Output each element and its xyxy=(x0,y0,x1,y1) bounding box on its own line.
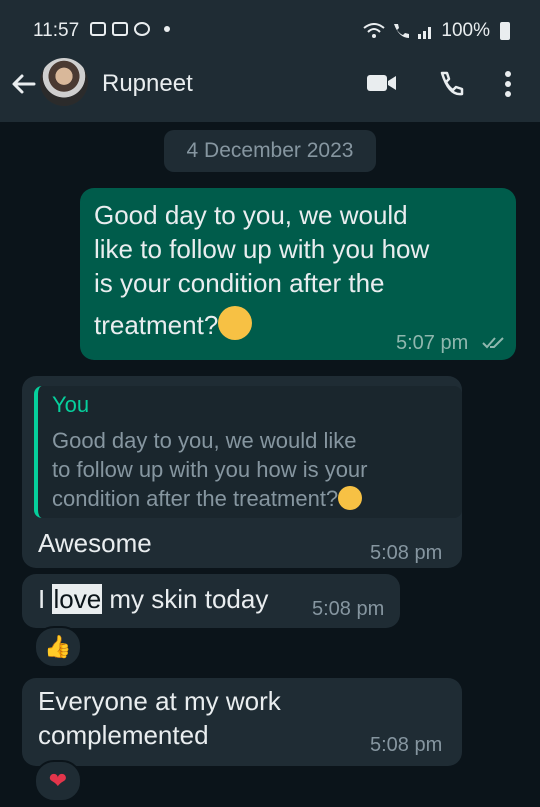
selected-word: love xyxy=(52,584,103,614)
back-arrow-icon[interactable] xyxy=(10,70,38,98)
chat-header: Rupneet xyxy=(0,58,540,122)
thumbs-up-reaction[interactable]: 👍 xyxy=(34,626,82,668)
smiling-face-with-hearts-icon xyxy=(338,486,363,510)
date-separator: 4 December 2023 xyxy=(164,130,376,172)
status-time: 11:57 xyxy=(33,20,80,41)
quoted-text: Good day to you, we would like to follow… xyxy=(52,428,368,511)
incoming-message[interactable]: Everyone at my work complemented 5:08 pm xyxy=(22,678,462,766)
quoted-author: You xyxy=(52,392,90,417)
message-time: 5:08 pm xyxy=(370,734,443,756)
gallery-icon xyxy=(90,22,106,36)
chat-area[interactable]: 4 December 2023 Good day to you, we woul… xyxy=(0,122,540,807)
read-ticks-icon xyxy=(482,337,504,349)
battery-percent: 100% xyxy=(441,20,490,41)
voicemail-icon xyxy=(112,22,128,36)
smiling-face-with-hearts-icon xyxy=(218,306,253,340)
outgoing-message[interactable]: Good day to you, we would like to follow… xyxy=(80,188,516,360)
video-call-icon[interactable] xyxy=(366,72,398,94)
status-right: 100% xyxy=(363,20,510,42)
wifi-icon xyxy=(363,23,386,38)
heart-reaction[interactable]: ❤ xyxy=(34,760,82,802)
voice-call-icon[interactable] xyxy=(436,70,464,98)
message-time: 5:08 pm xyxy=(312,598,385,620)
message-text: I love my skin today xyxy=(38,584,269,614)
message-text: Everyone at my work complemented xyxy=(38,686,281,750)
status-bar: 11:57 100% xyxy=(0,0,540,58)
battery-icon xyxy=(500,22,510,40)
facebook-icon xyxy=(134,22,150,36)
message-time: 5:07 pm xyxy=(396,332,469,354)
contact-name[interactable]: Rupneet xyxy=(102,70,193,98)
message-text: Good day to you, we would like to follow… xyxy=(94,200,430,340)
status-notification-icons xyxy=(90,22,170,36)
message-text: Awesome xyxy=(38,528,152,558)
quoted-message[interactable]: You Good day to you, we would like to fo… xyxy=(34,386,462,518)
more-notifications-dot xyxy=(164,26,170,32)
signal-bars-icon xyxy=(418,27,432,39)
incoming-message[interactable]: I love my skin today 5:08 pm xyxy=(22,574,400,628)
more-options-icon[interactable] xyxy=(503,70,513,98)
call-signal-icon xyxy=(394,24,410,38)
message-time: 5:08 pm xyxy=(370,542,443,564)
contact-avatar[interactable] xyxy=(40,58,88,106)
incoming-message[interactable]: You Good day to you, we would like to fo… xyxy=(22,376,462,568)
